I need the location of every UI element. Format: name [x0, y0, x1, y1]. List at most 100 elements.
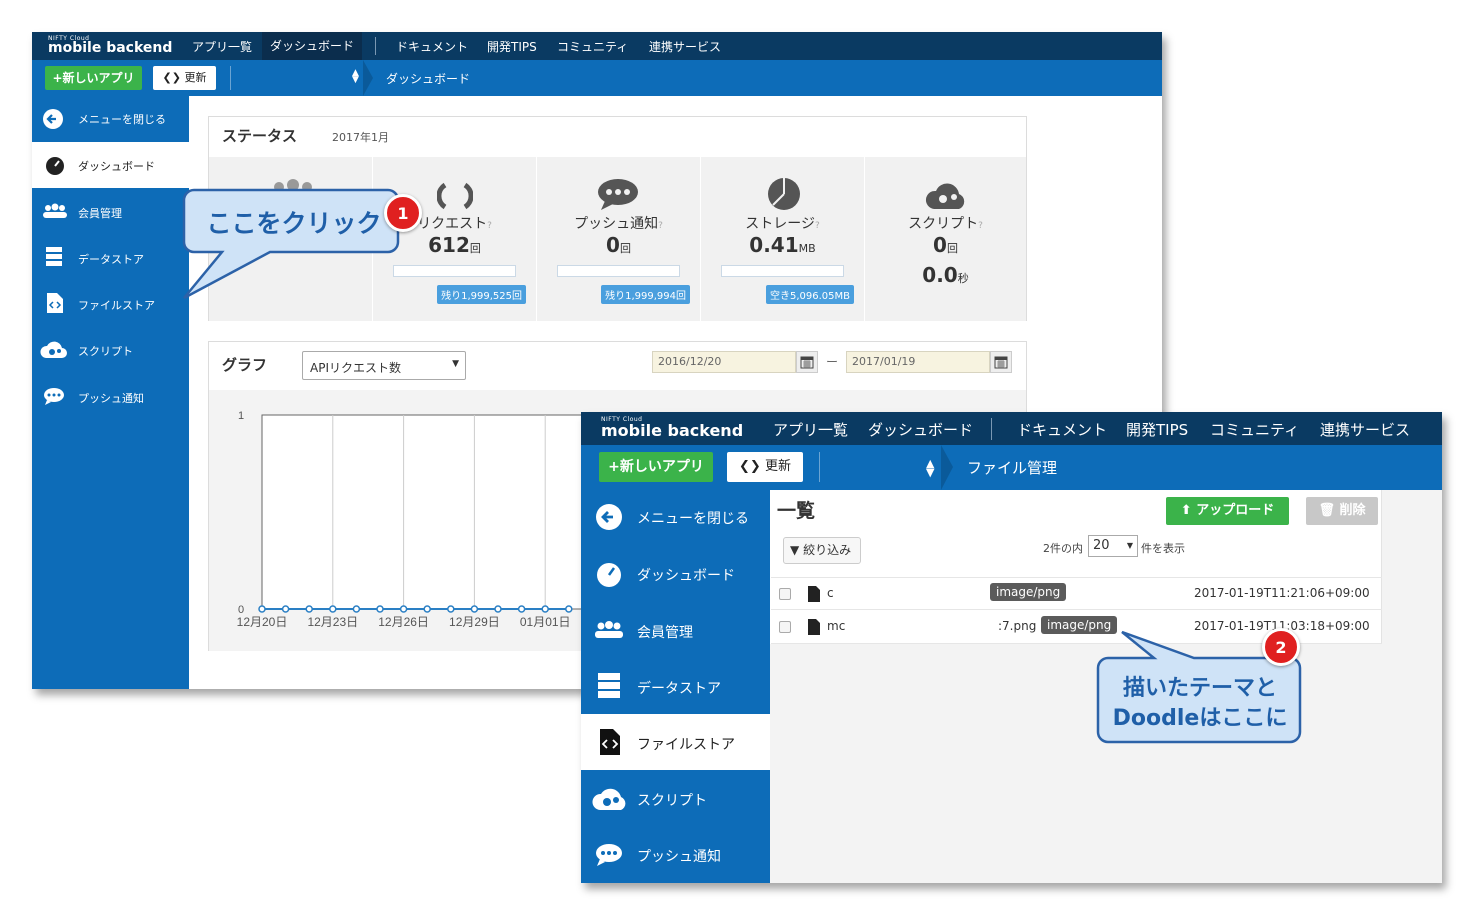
file-name-fragment: :7.png	[998, 619, 1037, 633]
sidebar-item-push[interactable]: プッシュ通知	[32, 372, 189, 418]
nav-docs[interactable]: ドキュメント	[1017, 419, 1107, 440]
sidebar-item-label: 会員管理	[637, 625, 693, 641]
refresh-label: 更新	[764, 459, 791, 474]
remaining-badge: 空き5,096.05MB	[765, 285, 854, 304]
date-range-dash: ー	[826, 355, 839, 369]
file-icon	[808, 619, 820, 635]
nav-tips[interactable]: 開発TIPS	[487, 38, 537, 55]
stat-value-number: 612	[428, 233, 470, 257]
chat-bubble-icon	[44, 388, 64, 405]
help-icon[interactable]: ?	[978, 221, 983, 231]
file-name[interactable]: mc	[827, 619, 845, 633]
nav-docs[interactable]: ドキュメント	[396, 38, 468, 55]
data-point	[470, 605, 479, 613]
sidebar-item-users[interactable]: 会員管理	[32, 188, 189, 234]
callout-1-badge: 1	[384, 194, 422, 232]
sidebar-item-script[interactable]: スクリプト	[581, 770, 770, 826]
refresh-icon: ❮❯	[739, 459, 761, 474]
data-point	[399, 605, 408, 613]
data-point	[352, 605, 361, 613]
date-from-input[interactable]: 2016/12/20	[652, 351, 796, 373]
calendar-icon[interactable]	[990, 351, 1012, 373]
help-icon[interactable]: ?	[658, 221, 663, 231]
file-list-panel: 一覧 ⬆ アップロード 🗑 削除 ▼ 絞り込み 2件の内 20 ▼ 件を表示 c…	[770, 490, 1382, 644]
sidebar-item-close-menu[interactable]: メニューを閉じる	[581, 490, 770, 546]
nav-community[interactable]: コミュニティ	[557, 38, 628, 55]
sidebar-item-close-menu[interactable]: メニューを閉じる	[32, 96, 189, 142]
chat-bubble-icon	[598, 179, 638, 210]
x-tick-label: 01月01日	[520, 615, 571, 629]
refresh-button[interactable]: ❮❯ 更新	[727, 452, 803, 482]
sidebar-item-label: プッシュ通知	[637, 849, 721, 865]
stat-label-text: スクリプト	[908, 216, 979, 232]
data-point	[423, 605, 431, 613]
help-icon[interactable]: ?	[815, 221, 820, 231]
y-tick-label: 1	[238, 410, 244, 422]
filter-button[interactable]: ▼ 絞り込み	[783, 537, 861, 564]
nav-tips[interactable]: 開発TIPS	[1126, 419, 1188, 440]
sidebar-item-filestore[interactable]: ファイルストア	[581, 714, 770, 770]
stat-label-text: プッシュ通知	[574, 216, 659, 232]
stat-unit: MB	[798, 242, 816, 255]
upload-button[interactable]: ⬆ アップロード	[1166, 497, 1289, 525]
database-icon	[598, 673, 620, 698]
stat-value: 0回	[865, 233, 1026, 257]
sidebar-item-script[interactable]: スクリプト	[32, 326, 189, 372]
sidebar-item-filestore[interactable]: ファイルストア	[32, 280, 189, 326]
date-to-input[interactable]: 2017/01/19	[846, 351, 990, 373]
sidebar-item-datastore[interactable]: データストア	[581, 658, 770, 714]
callout-2-text: 描いたテーマと Doodleはここに	[1100, 674, 1300, 734]
sidebar-item-dashboard[interactable]: ダッシュボード	[32, 142, 189, 188]
file-name[interactable]: c	[827, 586, 834, 600]
sidebar-item-push[interactable]: プッシュ通知	[581, 826, 770, 882]
graph-title: グラフ	[222, 356, 268, 374]
breadcrumb-arrow	[363, 60, 373, 96]
sidebar-item-users[interactable]: 会員管理	[581, 602, 770, 658]
brand-logo[interactable]: NIFTY Cloud mobile backend	[48, 35, 172, 56]
users-icon	[595, 621, 623, 638]
remaining-badge: 残り1,999,525回	[437, 285, 526, 304]
toolbar: +新しいアプリ ❮❯ 更新 ▲ ▼ ダッシュボード	[32, 60, 1162, 96]
refresh-label: 更新	[184, 71, 207, 84]
data-point	[447, 605, 455, 613]
callout-2-badge: 2	[1262, 628, 1300, 666]
row-checkbox[interactable]	[779, 621, 791, 633]
nav-app-list[interactable]: アプリ一覧	[192, 38, 252, 55]
sidebar-item-label: スクリプト	[637, 793, 707, 809]
app-switch-icon[interactable]: ▲ ▼	[352, 69, 359, 85]
brand-name: mobile backend	[48, 40, 173, 56]
calendar-icon[interactable]	[796, 351, 818, 373]
per-page-select[interactable]: 20 ▼	[1088, 535, 1138, 557]
list-title: 一覧	[777, 500, 816, 522]
nav-app-list[interactable]: アプリ一覧	[773, 419, 848, 440]
table-row[interactable]: c image/png 2017-01-19T11:21:06+09:00	[771, 577, 1382, 610]
new-app-button[interactable]: +新しいアプリ	[45, 66, 142, 90]
help-icon[interactable]: ?	[487, 221, 492, 231]
sidebar-item-dashboard[interactable]: ダッシュボード	[581, 546, 770, 602]
metric-select[interactable]: APIリクエスト数 ▼	[302, 351, 466, 380]
sidebar-item-label: スクリプト	[78, 345, 133, 358]
stat-card-storage: ストレージ? 0.41MB 空き5,096.05MB	[701, 157, 865, 321]
app-switch-icon[interactable]: ▲ ▼	[926, 458, 934, 478]
stat-unit: 回	[619, 242, 631, 255]
row-checkbox[interactable]	[779, 588, 791, 600]
file-icon	[808, 586, 820, 602]
new-app-button[interactable]: +新しいアプリ	[599, 452, 713, 482]
upload-label: アップロード	[1196, 503, 1275, 518]
nav-integrations[interactable]: 連携サービス	[649, 38, 721, 55]
delete-button[interactable]: 🗑 削除	[1306, 497, 1378, 525]
callout-1-text: ここをクリック	[206, 209, 382, 238]
sidebar-item-label: ダッシュボード	[78, 160, 155, 173]
sidebar-item-datastore[interactable]: データストア	[32, 234, 189, 280]
data-point	[281, 605, 290, 613]
brand-logo[interactable]: NIFTY Cloud mobile backend	[601, 416, 743, 440]
sidebar-item-label: メニューを閉じる	[637, 511, 749, 527]
status-month: 2017年1月	[332, 131, 389, 144]
nav-integrations[interactable]: 連携サービス	[1320, 419, 1410, 440]
stat-value: 0.41MB	[701, 233, 864, 257]
nav-dashboard[interactable]: ダッシュボード	[262, 32, 363, 60]
nav-dashboard[interactable]: ダッシュボード	[868, 419, 973, 440]
nav-community[interactable]: コミュニティ	[1210, 419, 1299, 440]
toolbar-separator	[819, 452, 820, 482]
refresh-button[interactable]: ❮❯ 更新	[153, 66, 216, 90]
